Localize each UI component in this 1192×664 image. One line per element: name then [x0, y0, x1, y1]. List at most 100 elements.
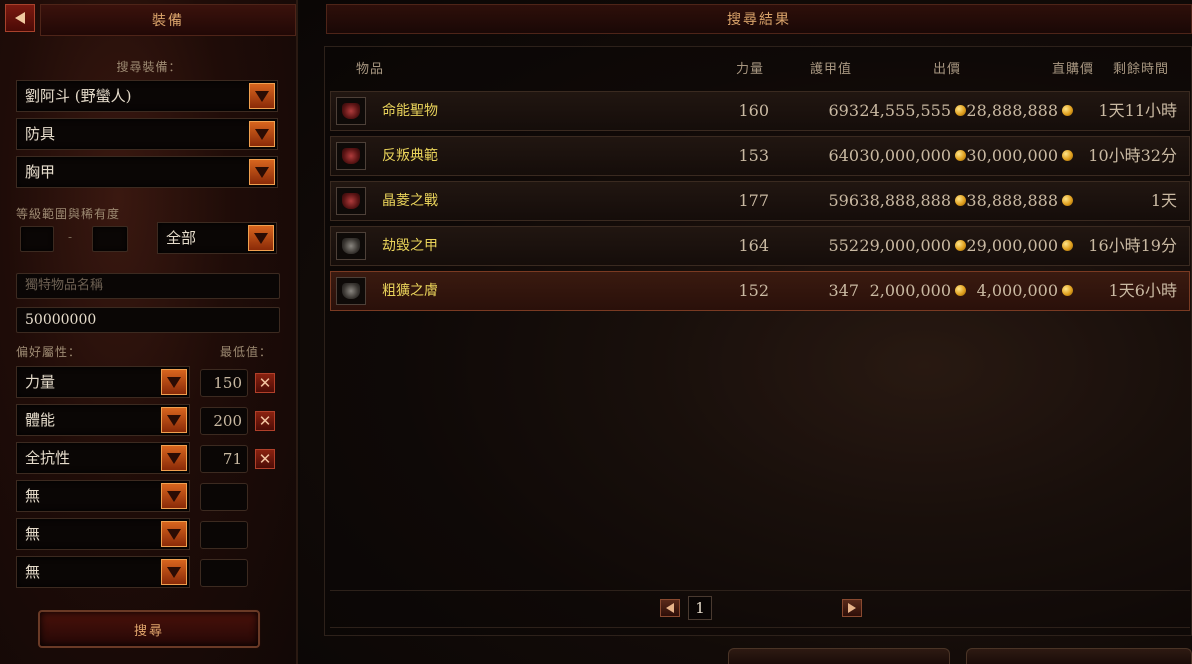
- item-name[interactable]: 劫毀之甲: [382, 227, 438, 265]
- chevron-down-icon: [167, 376, 181, 388]
- attribute-dropdown[interactable]: 無: [16, 518, 190, 550]
- dropdown-arrow-button[interactable]: [248, 225, 274, 251]
- level-max-input[interactable]: [92, 226, 128, 252]
- result-row[interactable]: 晶菱之戰 177 596 38,888,888 38,888,888 1天: [330, 181, 1190, 221]
- item-time-left: 1天6小時: [1108, 281, 1177, 300]
- results-title: 搜尋結果: [326, 4, 1192, 34]
- item-strength: 177: [738, 191, 769, 210]
- attribute-dropdown[interactable]: 無: [16, 556, 190, 588]
- dropdown-arrow-button[interactable]: [249, 159, 275, 185]
- red-armor-icon: [336, 187, 366, 215]
- chevron-down-icon: [167, 414, 181, 426]
- dropdown-arrow-button[interactable]: [161, 483, 187, 509]
- results-column-headers: 物品 力量 護甲值 出價 直購價 剩餘時間: [330, 58, 1192, 78]
- gold-coin-icon: [1062, 195, 1073, 206]
- result-row[interactable]: 命能聖物 160 693 24,555,555 28,888,888 1天11小…: [330, 91, 1190, 131]
- preferred-attributes-label: 偏好屬性：: [16, 345, 82, 359]
- attribute-dropdown-value: 全抗性: [25, 449, 71, 467]
- remove-attribute-button[interactable]: ✕: [255, 373, 275, 393]
- result-row[interactable]: 劫毀之甲 164 552 29,000,000 29,000,000 16小時1…: [330, 226, 1190, 266]
- attribute-min-value-input[interactable]: [200, 483, 248, 511]
- results-frame: [324, 46, 1192, 636]
- attribute-dropdown-value: 力量: [25, 373, 56, 391]
- attribute-min-value-input[interactable]: 200: [200, 407, 248, 435]
- bottom-action-button[interactable]: [728, 648, 950, 664]
- red-armor-icon: [336, 142, 366, 170]
- bid-value: 38,888,888: [859, 191, 951, 210]
- bid-value: 29,000,000: [859, 236, 951, 255]
- character-dropdown[interactable]: 劉阿斗 (野蠻人): [16, 80, 278, 112]
- result-row[interactable]: 粗獷之膚 152 347 2,000,000 4,000,000 1天6小時: [330, 271, 1190, 311]
- level-rarity-label: 等級範圍與稀有度: [16, 207, 121, 221]
- price-input[interactable]: 50000000: [16, 307, 280, 333]
- unique-item-name-input[interactable]: 獨特物品名稱: [16, 273, 280, 299]
- column-header-strength[interactable]: 力量: [736, 58, 764, 77]
- item-name[interactable]: 反叛典範: [382, 137, 438, 175]
- item-bid-price: 30,000,000: [851, 137, 966, 175]
- attribute-min-value-input[interactable]: [200, 559, 248, 587]
- chevron-down-icon: [254, 232, 268, 244]
- item-name[interactable]: 晶菱之戰: [382, 182, 438, 220]
- item-bid-price: 24,555,555: [851, 92, 966, 130]
- minimum-value-label: 最低值：: [220, 345, 273, 359]
- attribute-min-value-input[interactable]: 71: [200, 445, 248, 473]
- attribute-dropdown-value: 無: [25, 487, 41, 505]
- result-row[interactable]: 反叛典範 153 640 30,000,000 30,000,000 10小時3…: [330, 136, 1190, 176]
- remove-attribute-button[interactable]: ✕: [255, 449, 275, 469]
- item-strength: 153: [738, 146, 769, 165]
- rarity-dropdown[interactable]: 全部: [157, 222, 277, 254]
- item-name[interactable]: 粗獷之膚: [382, 272, 438, 310]
- search-button[interactable]: 搜尋: [38, 610, 260, 648]
- buyout-value: 28,888,888: [966, 101, 1058, 120]
- left-arrow-icon: [15, 12, 25, 24]
- dropdown-arrow-button[interactable]: [161, 369, 187, 395]
- dropdown-arrow-button[interactable]: [161, 559, 187, 585]
- bottom-action-button[interactable]: [966, 648, 1192, 664]
- search-equipment-label: 搜尋裝備：: [116, 60, 182, 74]
- bid-value: 30,000,000: [859, 146, 951, 165]
- subtype-dropdown[interactable]: 胸甲: [16, 156, 278, 188]
- page-number[interactable]: 1: [688, 596, 712, 620]
- item-time-left: 10小時32分: [1088, 146, 1177, 165]
- attribute-dropdown-value: 無: [25, 525, 41, 543]
- subtype-dropdown-value: 胸甲: [25, 163, 56, 181]
- left-arrow-icon: [666, 603, 674, 613]
- category-dropdown-value: 防具: [25, 125, 56, 143]
- item-time-left: 16小時19分: [1088, 236, 1177, 255]
- prev-page-button[interactable]: [660, 599, 680, 617]
- buyout-value: 4,000,000: [976, 281, 1058, 300]
- attribute-min-value-input[interactable]: [200, 521, 248, 549]
- buyout-value: 38,888,888: [966, 191, 1058, 210]
- attribute-dropdown-value: 無: [25, 563, 41, 581]
- column-header-bid[interactable]: 出價: [933, 58, 961, 77]
- character-dropdown-value: 劉阿斗 (野蠻人): [25, 87, 132, 105]
- column-header-armor[interactable]: 護甲值: [810, 58, 852, 77]
- dropdown-arrow-button[interactable]: [249, 121, 275, 147]
- category-dropdown[interactable]: 防具: [16, 118, 278, 150]
- bid-value: 24,555,555: [859, 101, 951, 120]
- dropdown-arrow-button[interactable]: [161, 521, 187, 547]
- dropdown-arrow-button[interactable]: [249, 83, 275, 109]
- dropdown-arrow-button[interactable]: [161, 445, 187, 471]
- rarity-dropdown-value: 全部: [166, 229, 197, 247]
- gold-coin-icon: [1062, 285, 1073, 296]
- item-time-left: 1天: [1150, 191, 1177, 210]
- next-page-button[interactable]: [842, 599, 862, 617]
- item-strength: 152: [738, 281, 769, 300]
- dropdown-arrow-button[interactable]: [161, 407, 187, 433]
- attribute-min-value-input[interactable]: 150: [200, 369, 248, 397]
- item-buyout-price: 4,000,000: [956, 272, 1073, 310]
- level-min-input[interactable]: [20, 226, 54, 252]
- column-header-buyout[interactable]: 直購價: [1052, 58, 1094, 77]
- attribute-dropdown[interactable]: 體能: [16, 404, 190, 436]
- column-header-item[interactable]: 物品: [356, 58, 384, 77]
- back-button[interactable]: [5, 4, 35, 32]
- item-name[interactable]: 命能聖物: [382, 92, 438, 130]
- item-buyout-price: 28,888,888: [956, 92, 1073, 130]
- buyout-value: 29,000,000: [966, 236, 1058, 255]
- attribute-dropdown[interactable]: 全抗性: [16, 442, 190, 474]
- attribute-dropdown[interactable]: 力量: [16, 366, 190, 398]
- column-header-time-left[interactable]: 剩餘時間: [1113, 58, 1169, 77]
- attribute-dropdown[interactable]: 無: [16, 480, 190, 512]
- remove-attribute-button[interactable]: ✕: [255, 411, 275, 431]
